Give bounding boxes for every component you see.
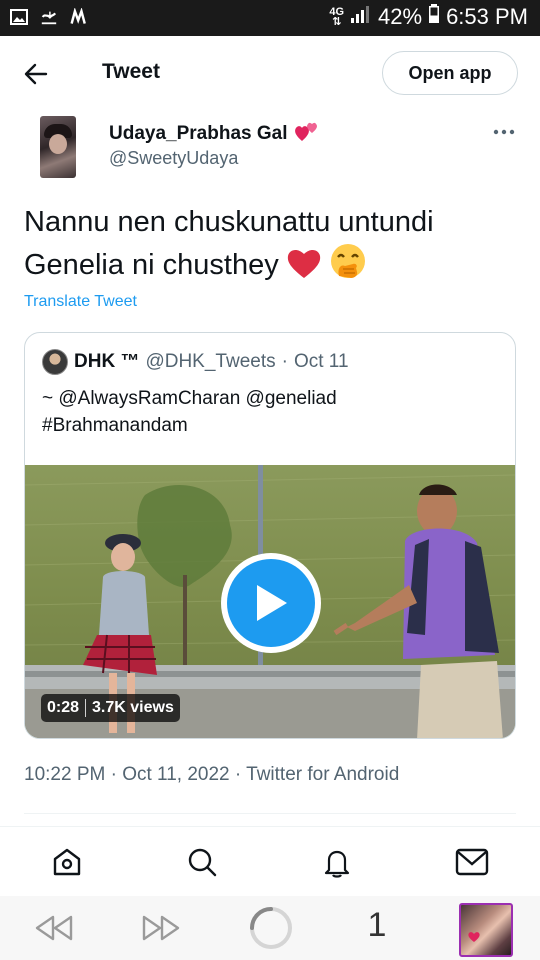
video-duration: 0:28 xyxy=(47,699,80,716)
download-notification-icon xyxy=(40,8,58,26)
messages-icon xyxy=(455,848,489,876)
author-name: Udaya_Prabhas Gal xyxy=(109,123,288,144)
home-icon xyxy=(53,848,81,876)
battery-icon xyxy=(428,4,440,30)
quoted-tweet-header: DHK ™ @DHK_Tweets · Oct 11 xyxy=(42,349,349,375)
tweet-text-line-2-row: Genelia ni chusthey xyxy=(24,242,524,291)
bottom-navigation xyxy=(0,830,540,896)
video-views: 3.7K views xyxy=(92,699,174,716)
nav-messages[interactable] xyxy=(454,844,490,880)
search-icon xyxy=(188,848,217,877)
tweet-text-line-1: Nannu nen chuskunattu untundi xyxy=(24,206,434,238)
heart-sticker-icon xyxy=(468,932,480,942)
quoted-text-line-1: ~ @AlwaysRamCharan @geneliad xyxy=(42,388,337,409)
quoted-video[interactable]: 0:28 3.7K views xyxy=(25,465,515,738)
divider xyxy=(24,813,516,814)
tweet-text-line-2: Genelia ni chusthey xyxy=(24,249,279,281)
profile-thumbnail[interactable] xyxy=(459,903,513,957)
network-indicator: 4G ⇅ xyxy=(329,6,345,28)
play-button[interactable] xyxy=(221,553,321,653)
clock: 6:53 PM xyxy=(446,4,528,29)
loading-spinner-icon xyxy=(250,907,292,949)
tweet-text: Nannu nen chuskunattu untundi Genelia ni… xyxy=(24,202,524,291)
signal-icon xyxy=(350,4,372,30)
nav-home[interactable] xyxy=(49,844,85,880)
quoted-author-name: DHK ™ xyxy=(74,351,140,372)
video-meta-badge: 0:28 3.7K views xyxy=(41,694,180,722)
quoted-author-handle: @DHK_Tweets xyxy=(145,351,276,372)
author-avatar[interactable] xyxy=(40,116,76,178)
app-notification-icon xyxy=(70,8,88,26)
hand-over-mouth-emoji-icon xyxy=(329,242,367,291)
status-bar: 4G ⇅ 42% 6:53 PM xyxy=(0,0,540,36)
more-options-button[interactable] xyxy=(490,120,518,144)
author-handle[interactable]: @SweetyUdaya xyxy=(109,148,238,169)
tweet-author: Udaya_Prabhas Gal @SweetyUdaya xyxy=(0,110,540,190)
arrow-left-icon xyxy=(24,63,48,85)
browser-back-button[interactable] xyxy=(34,910,74,946)
nav-search[interactable] xyxy=(184,844,220,880)
gallery-notification-icon xyxy=(10,8,28,26)
notifications-icon xyxy=(324,850,350,878)
quoted-text-line-2: #Brahmanandam xyxy=(42,415,188,436)
two-hearts-emoji-icon xyxy=(293,119,321,149)
browser-reload-button[interactable] xyxy=(248,905,294,951)
tab-count-button[interactable]: 1 xyxy=(360,906,394,945)
quoted-date: Oct 11 xyxy=(293,351,349,372)
translate-tweet-link[interactable]: Translate Tweet xyxy=(24,293,137,311)
play-icon xyxy=(257,585,287,621)
red-heart-emoji-icon xyxy=(285,246,323,291)
divider xyxy=(0,826,540,827)
back-button[interactable] xyxy=(20,58,52,90)
status-indicators: 4G ⇅ 42% 6:53 PM xyxy=(329,4,528,30)
tweet-header: Tweet Open app xyxy=(0,36,540,110)
quoted-tweet-card[interactable]: DHK ™ @DHK_Tweets · Oct 11 ~ @AlwaysRamC… xyxy=(24,332,516,739)
quoted-separator: · xyxy=(281,351,288,372)
author-name-row[interactable]: Udaya_Prabhas Gal xyxy=(109,119,321,149)
page-title: Tweet xyxy=(102,60,160,83)
tweet-timestamp[interactable]: 10:22 PM · Oct 11, 2022 · Twitter for An… xyxy=(24,764,399,786)
more-dots-icon xyxy=(493,129,515,135)
fast-forward-icon xyxy=(142,915,180,941)
browser-toolbar: 1 xyxy=(0,896,540,960)
browser-forward-button[interactable] xyxy=(141,910,181,946)
quoted-author-avatar xyxy=(42,349,68,375)
notification-icons xyxy=(10,8,88,26)
nav-notifications[interactable] xyxy=(319,844,355,880)
rewind-icon xyxy=(35,915,73,941)
battery-level: 42% xyxy=(378,4,423,29)
quoted-tweet-text: ~ @AlwaysRamCharan @geneliad #Brahmanand… xyxy=(42,385,502,439)
open-app-button[interactable]: Open app xyxy=(382,51,518,95)
